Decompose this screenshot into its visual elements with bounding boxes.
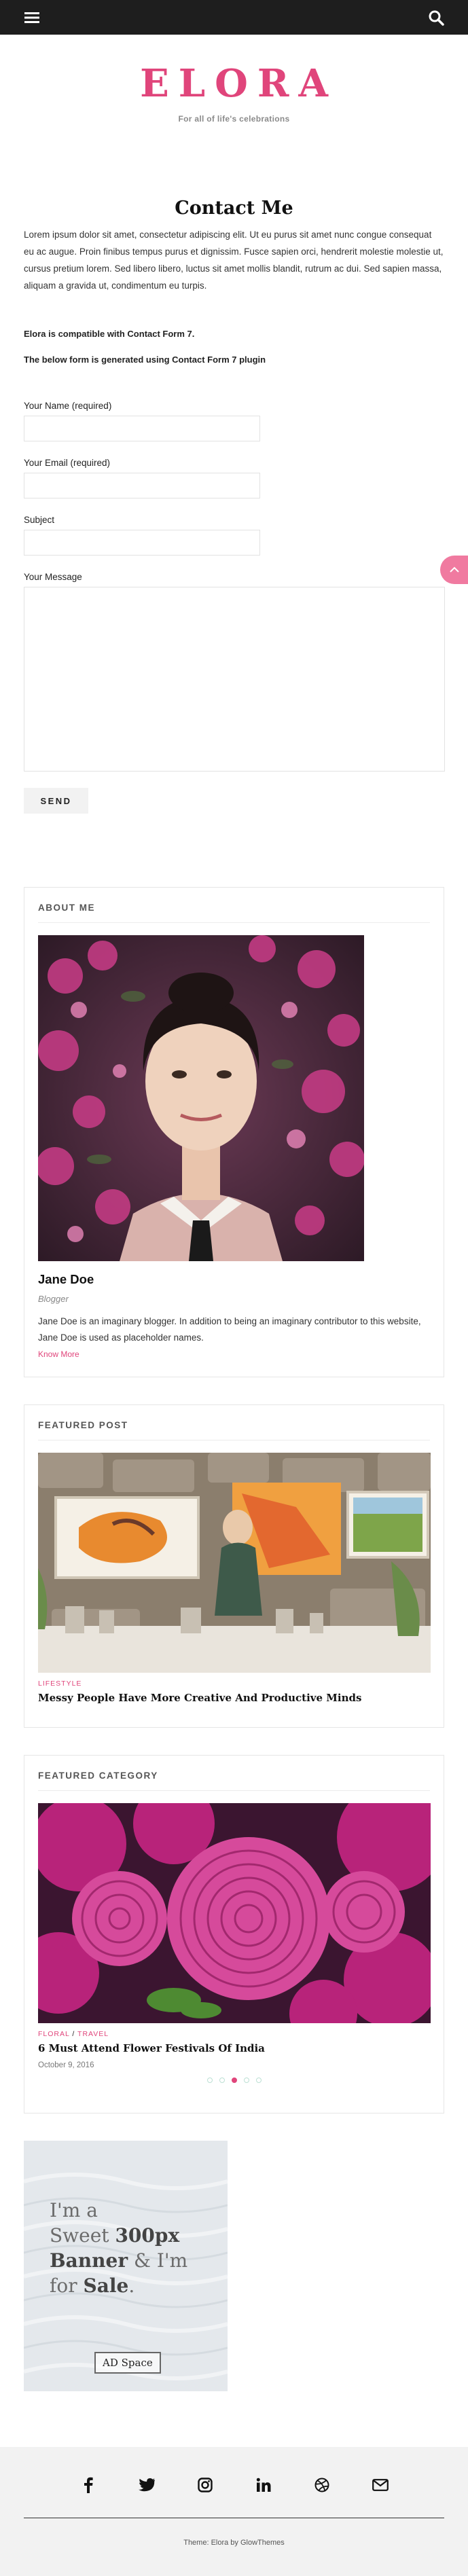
widget-title: ABOUT ME xyxy=(38,903,430,923)
ad-line-4a: for xyxy=(50,2274,84,2297)
ad-line-4b: Sale xyxy=(83,2274,129,2297)
subject-field[interactable] xyxy=(24,530,260,556)
top-navigation-bar xyxy=(0,0,468,35)
author-name: Jane Doe xyxy=(38,1272,94,1286)
post-title[interactable]: Messy People Have More Creative And Prod… xyxy=(38,1692,430,1704)
contact-form: Your Name (required) Your Email (require… xyxy=(0,401,468,814)
subject-label: Subject xyxy=(24,515,55,525)
ad-line-2a: Sweet xyxy=(50,2224,115,2247)
ad-line-4c: . xyxy=(128,2274,135,2297)
author-portrait xyxy=(38,935,364,1261)
ad-copy: I'm a Sweet 300px Banner & I'm for Sale. xyxy=(50,2198,187,2299)
ad-line-3b: & I'm xyxy=(128,2249,188,2272)
post-categories: FLORAL / TRAVEL xyxy=(38,2030,430,2038)
author-role: Blogger xyxy=(38,1294,69,1304)
intro-paragraph: Lorem ipsum dolor sit amet, consectetur … xyxy=(24,230,444,291)
slider-dots xyxy=(38,2078,430,2083)
compat-line-2: The below form is generated using Contac… xyxy=(24,355,266,365)
author-bio: Jane Doe is an imaginary blogger. In add… xyxy=(38,1316,421,1343)
page-title: Contact Me xyxy=(175,198,293,219)
twitter-icon[interactable] xyxy=(134,2473,159,2497)
site-header: ELORA For all of life's celebrations xyxy=(0,35,468,164)
theme-credit[interactable]: Theme: Elora by GlowThemes xyxy=(0,2539,468,2547)
slider-dot-1[interactable] xyxy=(206,2078,213,2083)
know-more-link[interactable]: Know More xyxy=(38,1349,79,1359)
category-separator: / xyxy=(72,2030,75,2038)
slider-dot-2[interactable] xyxy=(219,2078,225,2083)
ad-line-3a: Banner xyxy=(50,2249,128,2272)
widget-title: FEATURED CATEGORY xyxy=(38,1771,430,1791)
about-me-widget: ABOUT ME Jane Doe Blogger Jane Doe is an… xyxy=(24,887,444,1377)
ad-line-1: I'm a xyxy=(50,2199,98,2221)
featured-post-widget: FEATURED POST LIFESTYLE Messy People Hav… xyxy=(24,1404,444,1728)
category-travel[interactable]: TRAVEL xyxy=(77,2030,109,2038)
ad-space-label: AD Space xyxy=(94,2352,161,2374)
featured-post-image[interactable] xyxy=(38,1453,431,1673)
email-field[interactable] xyxy=(24,473,260,498)
name-field[interactable] xyxy=(24,416,260,441)
site-footer: Theme: Elora by GlowThemes xyxy=(0,2447,468,2576)
search-icon[interactable] xyxy=(426,7,446,28)
site-tagline: For all of life's celebrations xyxy=(178,113,290,124)
facebook-icon[interactable] xyxy=(76,2473,101,2497)
instagram-icon[interactable] xyxy=(193,2473,217,2497)
compat-line-1: Elora is compatible with Contact Form 7. xyxy=(24,329,195,339)
site-logo[interactable]: ELORA xyxy=(0,59,468,109)
post-title[interactable]: 6 Must Attend Flower Festivals Of India xyxy=(38,2042,430,2054)
widget-title: FEATURED POST xyxy=(38,1420,430,1440)
email-icon[interactable] xyxy=(368,2473,393,2497)
slider-dot-5[interactable] xyxy=(255,2078,262,2083)
chevron-up-icon xyxy=(449,566,459,573)
featured-category-widget: FEATURED CATEGORY FLORAL / TRAVEL 6 Must… xyxy=(24,1755,444,2114)
hamburger-menu-icon[interactable] xyxy=(22,7,42,28)
category-floral[interactable]: FLORAL xyxy=(38,2030,69,2038)
send-button[interactable]: SEND xyxy=(24,788,88,814)
name-label: Your Name (required) xyxy=(24,401,112,411)
plugin-note: Elora is compatible with Contact Form 7.… xyxy=(0,329,468,380)
featured-category-image[interactable] xyxy=(38,1803,431,2023)
message-label: Your Message xyxy=(24,572,82,582)
slider-dot-4[interactable] xyxy=(243,2078,249,2083)
post-date: October 9, 2016 xyxy=(38,2061,94,2069)
ad-line-2b: 300px xyxy=(115,2224,180,2247)
slider-dot-3[interactable] xyxy=(231,2078,237,2083)
social-links xyxy=(0,2473,468,2497)
scroll-to-top-button[interactable] xyxy=(440,556,468,584)
linkedin-icon[interactable] xyxy=(251,2473,276,2497)
ad-banner[interactable]: I'm a Sweet 300px Banner & I'm for Sale.… xyxy=(24,2141,228,2391)
email-label: Your Email (required) xyxy=(24,458,111,468)
post-category[interactable]: LIFESTYLE xyxy=(38,1680,430,1688)
message-field[interactable] xyxy=(24,587,445,772)
dribbble-icon[interactable] xyxy=(310,2473,334,2497)
